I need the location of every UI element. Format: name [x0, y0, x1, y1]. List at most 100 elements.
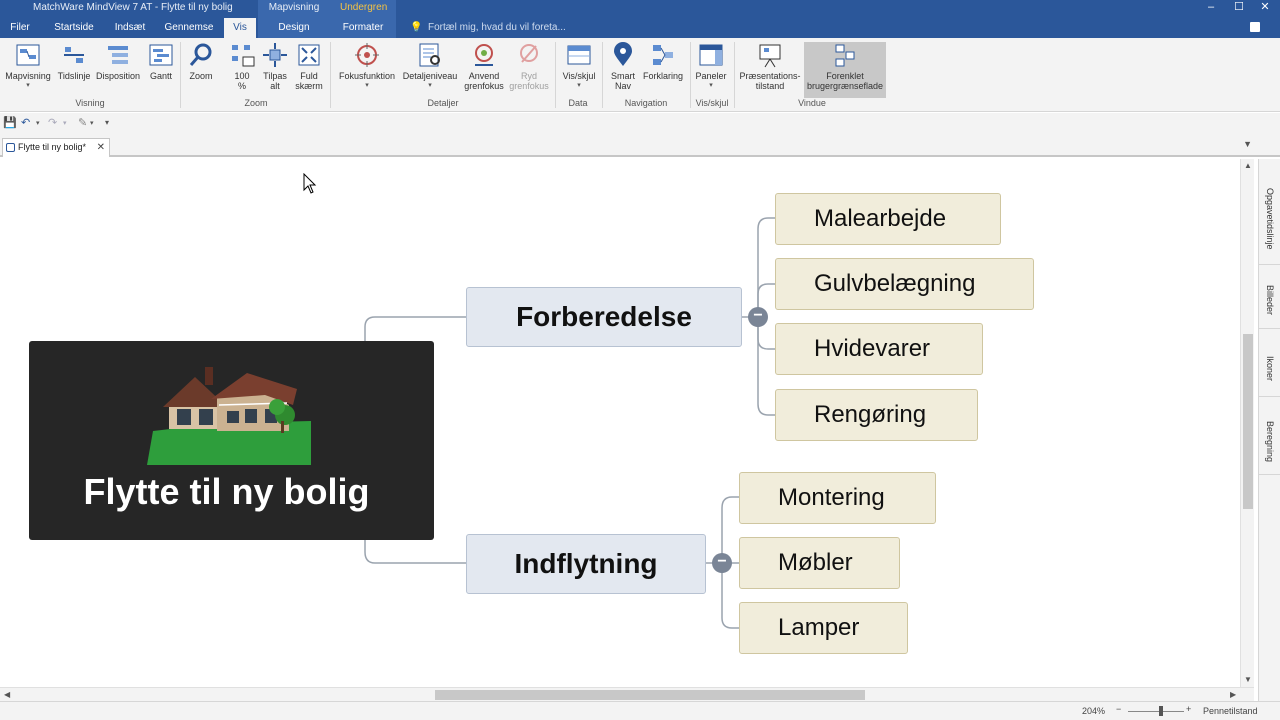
- undo-dropdown-icon[interactable]: ▾: [36, 119, 40, 127]
- branch-focus-icon: [471, 42, 497, 68]
- tell-me-text: Fortæl mig, hvad du vil foreta...: [428, 22, 566, 33]
- fit-all-button[interactable]: Tilpas alt: [260, 42, 290, 91]
- zoom-out-button[interactable]: −: [1116, 704, 1121, 714]
- tab-startside[interactable]: Startside: [50, 18, 98, 38]
- mapvisning-button[interactable]: Mapvisning ▾: [4, 42, 52, 91]
- smart-nav-label-a: Smart: [610, 71, 635, 81]
- ribbon-separator: [180, 42, 181, 108]
- close-window-button[interactable]: ✕: [1250, 0, 1280, 18]
- subtopic-malearbejde[interactable]: Malearbejde: [775, 193, 1001, 245]
- smart-nav-button[interactable]: Smart Nav: [606, 42, 640, 91]
- tab-indsaet[interactable]: Indsæt: [110, 18, 150, 38]
- close-document-icon[interactable]: ✕: [97, 139, 105, 156]
- pen-mode-label[interactable]: Pennetilstand: [1203, 706, 1258, 716]
- document-tabs: Flytte til ny bolig* ✕ ▼: [0, 135, 1280, 157]
- customize-qat-icon[interactable]: ▾: [105, 118, 109, 127]
- undo-icon[interactable]: ↶: [21, 116, 30, 129]
- fit-all-icon: [262, 42, 288, 68]
- presentation-mode-button[interactable]: Præsentations-tilstand: [738, 42, 802, 91]
- dropdown-arrow-icon: ▾: [709, 82, 713, 89]
- tab-filer[interactable]: Filer: [4, 18, 36, 38]
- tell-me-search[interactable]: 💡 Fortæl mig, hvad du vil foreta...: [410, 18, 566, 38]
- clear-branch-focus-button[interactable]: Ryd grenfokus: [506, 42, 552, 91]
- tab-design[interactable]: Design: [258, 18, 330, 38]
- subtopic-gulvbelaegning[interactable]: Gulvbelægning: [775, 258, 1034, 310]
- fullscreen-button[interactable]: Fuld skærm: [294, 42, 324, 91]
- sidetab-opgavetidslinje[interactable]: Opgavetidslinje: [1259, 173, 1280, 265]
- scroll-up-icon[interactable]: ▲: [1244, 161, 1252, 170]
- tidslinje-label: Tidslinje: [57, 71, 91, 81]
- anvend-label-a: Anvend: [468, 71, 500, 81]
- zoom-in-button[interactable]: +: [1186, 704, 1191, 714]
- main-topic-forberedelse[interactable]: Forberedelse: [466, 287, 742, 347]
- save-icon[interactable]: 💾: [3, 116, 17, 129]
- document-tab-label: Flytte til ny bolig*: [18, 142, 87, 152]
- scroll-left-icon[interactable]: ◀: [4, 690, 10, 699]
- horizontal-scroll-thumb[interactable]: [435, 690, 865, 700]
- subtopic-rengoering[interactable]: Rengøring: [775, 389, 978, 441]
- disposition-label: Disposition: [95, 71, 141, 81]
- horizontal-scrollbar[interactable]: ◀ ▶: [0, 687, 1254, 701]
- sidetab-ikoner[interactable]: Ikoner: [1259, 341, 1280, 397]
- tab-vis[interactable]: Vis: [224, 18, 256, 38]
- detaljeniveau-button[interactable]: Detaljeniveau ▾: [400, 42, 460, 91]
- sidetab-beregning[interactable]: Beregning: [1259, 409, 1280, 475]
- ribbon-separator: [330, 42, 331, 108]
- tab-list-arrow-icon[interactable]: ▼: [1243, 139, 1252, 149]
- main-topic-indflytning[interactable]: Indflytning: [466, 534, 706, 594]
- gantt-button[interactable]: Gantt: [146, 42, 176, 81]
- scroll-down-icon[interactable]: ▼: [1244, 675, 1252, 684]
- collapse-minus-icon[interactable]: −: [712, 553, 732, 573]
- minimize-button[interactable]: –: [1196, 0, 1226, 18]
- vertical-scroll-thumb[interactable]: [1243, 334, 1253, 509]
- detaljeniveau-label: Detaljeniveau: [402, 71, 458, 81]
- tidslinje-button[interactable]: Tidslinje: [56, 42, 92, 81]
- tab-formater[interactable]: Formater: [330, 18, 396, 38]
- title-bar: MatchWare MindView 7 AT - Flytte til ny …: [0, 0, 1280, 18]
- map-canvas[interactable]: Flytte til ny bolig Forberedelse − Malea…: [0, 159, 1240, 687]
- zoom-100-button[interactable]: 100%: [228, 42, 256, 91]
- zoom-slider[interactable]: [1128, 711, 1184, 712]
- subtopic-montering[interactable]: Montering: [739, 472, 936, 524]
- presentation-label-a: Præsentations-: [739, 71, 801, 81]
- apply-branch-focus-button[interactable]: Anvend grenfokus: [462, 42, 506, 91]
- central-topic[interactable]: Flytte til ny bolig: [29, 341, 434, 540]
- gantt-label: Gantt: [149, 71, 172, 81]
- ribbon-collapse-icon[interactable]: [1250, 22, 1260, 32]
- tab-gennemse[interactable]: Gennemse: [162, 18, 216, 38]
- redo-icon[interactable]: ↷: [48, 116, 57, 129]
- subtopic-lamper[interactable]: Lamper: [739, 602, 908, 654]
- subtopic-hvidevarer[interactable]: Hvidevarer: [775, 323, 983, 375]
- paneler-label: Paneler: [695, 71, 727, 81]
- mouse-cursor-icon: [303, 173, 317, 194]
- anvend-label-b: grenfokus: [464, 81, 504, 91]
- zoom-button[interactable]: Zoom: [186, 42, 216, 81]
- simplified-ui-label-a: Forenklet: [826, 71, 864, 81]
- simplified-ui-button[interactable]: Forenklet brugergrænseflade: [804, 42, 886, 98]
- format-painter-icon[interactable]: ✎: [78, 116, 87, 129]
- paneler-button[interactable]: Paneler ▾: [694, 42, 728, 91]
- scroll-right-icon[interactable]: ▶: [1230, 690, 1236, 699]
- vertical-scrollbar[interactable]: ▲ ▼: [1240, 159, 1254, 687]
- group-data: Data: [568, 98, 588, 108]
- disposition-button[interactable]: Disposition: [94, 42, 142, 81]
- document-tab[interactable]: Flytte til ny bolig* ✕: [2, 138, 110, 157]
- sidetab-billeder[interactable]: Billeder: [1259, 273, 1280, 329]
- fokusfunktion-button[interactable]: Fokusfunktion ▾: [336, 42, 398, 91]
- forklaring-button[interactable]: Forklaring: [640, 42, 686, 81]
- side-panel-tabs: Opgavetidslinje Billeder Ikoner Beregnin…: [1258, 159, 1280, 701]
- context-label-undergren: Undergren: [330, 0, 396, 18]
- zoom-100-label-b: %: [237, 81, 246, 91]
- subtopic-moebler[interactable]: Møbler: [739, 537, 900, 589]
- dropdown-arrow-icon: ▾: [26, 82, 30, 89]
- fokusfunktion-label: Fokusfunktion: [338, 71, 396, 81]
- zoom-level: 204%: [1082, 706, 1106, 716]
- format-dropdown-icon[interactable]: ▾: [90, 119, 94, 127]
- zoom-slider-handle[interactable]: [1159, 706, 1163, 716]
- collapse-minus-icon[interactable]: −: [748, 307, 768, 327]
- zoom-100-label-a: 100: [234, 71, 250, 81]
- smart-nav-label-b: Nav: [614, 81, 631, 91]
- fullscreen-label-a: Fuld: [300, 71, 318, 81]
- vis-skjul-data-button[interactable]: Vis/skjul ▾: [560, 42, 598, 91]
- redo-dropdown-icon[interactable]: ▾: [63, 119, 67, 127]
